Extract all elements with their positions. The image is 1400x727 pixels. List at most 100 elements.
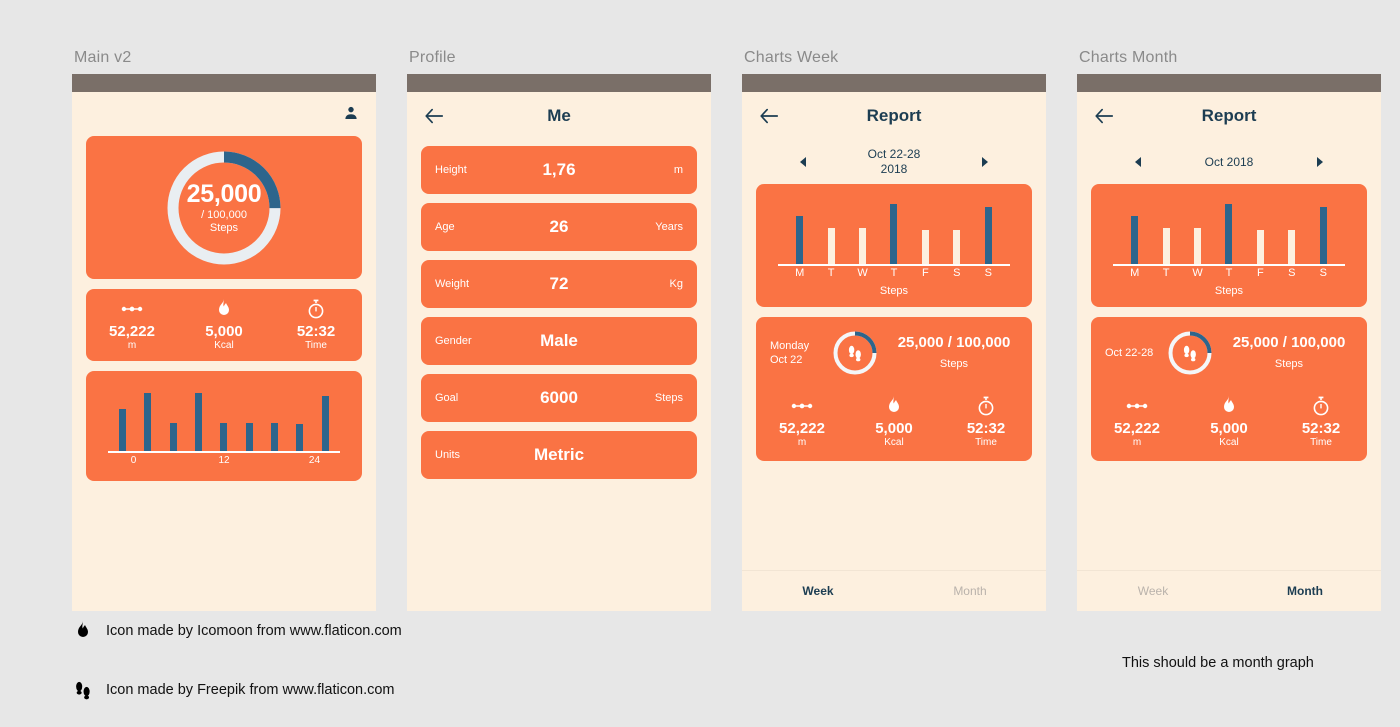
prev-arrow-icon[interactable] <box>800 157 806 167</box>
bar-slot <box>1245 198 1276 264</box>
bar-slot <box>1213 198 1244 264</box>
detail-stat-unit: m <box>797 437 807 448</box>
bar-slot <box>878 198 909 264</box>
screen-label-main: Main v2 <box>74 49 132 66</box>
axis-tick-label: T <box>890 267 898 279</box>
week-screen-body: Report Oct 22-28 2018 MTWTFSS Steps Mond… <box>742 92 1046 611</box>
profile-row-units[interactable]: Units Metric <box>421 431 697 479</box>
chart-bar <box>271 423 279 451</box>
month-detail-top: Oct 22-28 25,000 / 100,000 Steps <box>1091 317 1367 389</box>
bar-slot <box>186 385 211 451</box>
prev-arrow-icon[interactable] <box>1135 157 1141 167</box>
profile-row-unit: m <box>673 164 683 176</box>
chart-bar <box>1194 228 1202 264</box>
stopwatch-icon <box>307 298 325 320</box>
chart-bar <box>984 207 992 264</box>
chart-bar <box>890 204 898 264</box>
tab-week[interactable]: Week <box>1077 571 1229 611</box>
week-detail-top: Monday Oct 22 25,000 / 100,000 Steps <box>756 317 1032 389</box>
person-icon[interactable] <box>342 104 360 122</box>
month-detail-date: Oct 22-28 <box>1105 346 1167 360</box>
axis-tick-label: S <box>984 267 992 279</box>
axis-tick-label: W <box>857 267 868 279</box>
next-arrow-icon[interactable] <box>1317 157 1323 167</box>
stat-distance: 52,222 m <box>86 289 178 361</box>
status-bar <box>72 74 376 92</box>
detail-stat-unit: m <box>1132 437 1142 448</box>
page-title: Report <box>866 106 922 125</box>
stopwatch-icon <box>1312 395 1330 417</box>
next-arrow-icon[interactable] <box>982 157 988 167</box>
stat-calories: 5,000 Kcal <box>178 289 270 361</box>
month-steps-ring <box>1167 330 1213 376</box>
page-title: Report <box>1201 106 1257 125</box>
chart-bar <box>1319 207 1327 264</box>
phone-frame-week: Report Oct 22-28 2018 MTWTFSS Steps Mond… <box>742 74 1046 611</box>
bar-slot <box>211 385 236 451</box>
screen-charts-month: Charts Month Report Oct 2018 M T W T F S… <box>1077 48 1381 611</box>
back-arrow-icon[interactable] <box>1093 105 1115 127</box>
detail-stat-value: 5,000 <box>875 420 913 437</box>
month-date-nav: Oct 2018 <box>1077 140 1381 184</box>
profile-row-unit: Years <box>655 221 683 233</box>
week-detail-steps-label: Steps <box>939 358 969 370</box>
profile-row-weight[interactable]: Weight 72 Kg <box>421 260 697 308</box>
chart-bar <box>1162 228 1170 264</box>
week-detail-steps-value: 25,000 / 100,000 <box>897 334 1011 351</box>
week-chart-card[interactable]: M T W T F S S Steps <box>756 184 1032 307</box>
month-detail-steps: 25,000 / 100,000 Steps <box>1225 334 1353 372</box>
detail-stat: 52:32 Time <box>940 389 1032 455</box>
week-date-range: Oct 22-28 2018 <box>868 147 921 177</box>
detail-stat: 52,222 m <box>1091 389 1183 455</box>
chart-bar <box>220 423 228 451</box>
week-detail-card[interactable]: Monday Oct 22 25,000 / 100,000 Steps 52,… <box>756 317 1032 461</box>
axis-tick-label: M <box>1130 267 1140 279</box>
main-stats-card[interactable]: 52,222 m 5,000 Kcal 52:32 Time <box>86 289 362 361</box>
detail-stat-value: 5,000 <box>1210 420 1248 437</box>
profile-row-value: 72 <box>549 274 569 293</box>
annotation-month-graph: This should be a month graph <box>1122 655 1314 671</box>
week-detail-steps: 25,000 / 100,000 Steps <box>890 334 1018 372</box>
month-date-line1: Oct 2018 <box>1204 154 1254 169</box>
screen-profile: Profile Me Height 1,76 m Age 26 Years Weight 72… <box>407 48 711 611</box>
bar-slot <box>847 198 878 264</box>
profile-row-height[interactable]: Height 1,76 m <box>421 146 697 194</box>
month-navbar: Report <box>1077 92 1381 140</box>
profile-row-list: Height 1,76 m Age 26 Years Weight 72 Kg Gender Mal… <box>407 140 711 479</box>
month-detail-card[interactable]: Oct 22-28 25,000 / 100,000 Steps 52,222 … <box>1091 317 1367 461</box>
month-tabbar: Week Month <box>1077 570 1381 611</box>
week-detail-stats: 52,222 m 5,000 Kcal 52:32 Time <box>756 389 1032 455</box>
back-arrow-icon[interactable] <box>423 105 445 127</box>
axis-tick-label: S <box>953 267 961 279</box>
back-arrow-icon[interactable] <box>758 105 780 127</box>
footsteps-icon <box>1167 330 1213 376</box>
profile-row-gender[interactable]: Gender Male <box>421 317 697 365</box>
month-chart-card[interactable]: M T W T F S S Steps <box>1091 184 1367 307</box>
week-tabbar: Week Month <box>742 570 1046 611</box>
chart-bar <box>245 423 253 451</box>
bar-slot <box>973 198 1004 264</box>
stat-time-value: 52:32 <box>296 323 336 340</box>
profile-row-goal[interactable]: Goal 6000 Steps <box>421 374 697 422</box>
chart-bar <box>1256 230 1264 264</box>
tab-month[interactable]: Month <box>894 571 1046 611</box>
main-hourly-chart-card[interactable]: 0 12 24 <box>86 371 362 481</box>
chart-bar <box>953 230 961 264</box>
screen-label-charts-month: Charts Month <box>1079 49 1178 66</box>
chart-bar <box>296 424 304 451</box>
bar-slot <box>313 385 338 451</box>
axis-tick-label: T <box>1225 267 1233 279</box>
month-date-range: Oct 2018 <box>1205 155 1254 170</box>
mockup-board: Main v2 25,000 / 100,000 Steps 52,222 m … <box>0 0 1400 727</box>
month-chart-axis <box>1113 264 1345 266</box>
steps-donut-card[interactable]: 25,000 / 100,000 Steps <box>86 136 362 279</box>
detail-stat: 5,000 Kcal <box>1183 389 1275 455</box>
bar-slot <box>1119 198 1150 264</box>
week-detail-date-line1: Monday <box>770 340 810 352</box>
week-chart-axis <box>778 264 1010 266</box>
main-chart-ticks: 0 12 24 <box>108 455 340 471</box>
profile-row-age[interactable]: Age 26 Years <box>421 203 697 251</box>
month-chart-caption: Steps <box>1214 285 1244 297</box>
tab-week[interactable]: Week <box>742 571 894 611</box>
tab-month[interactable]: Month <box>1229 571 1381 611</box>
